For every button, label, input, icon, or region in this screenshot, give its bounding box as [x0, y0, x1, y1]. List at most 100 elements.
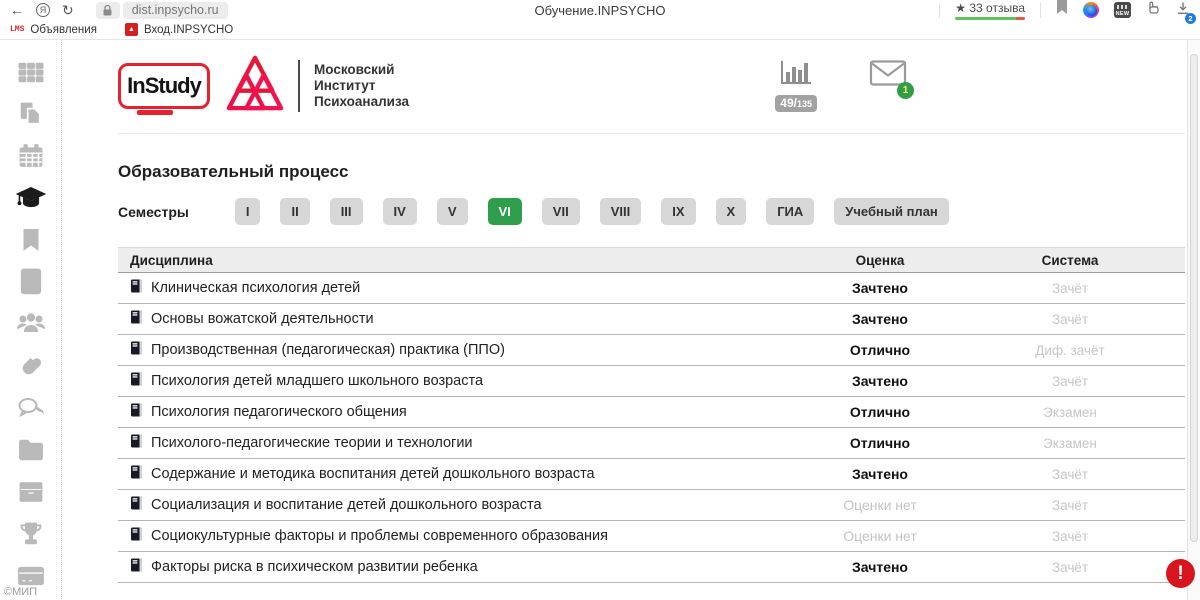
- semester-button[interactable]: II: [280, 198, 309, 225]
- toolbar-right-icons: ★ 33 отзыва NEW 2: [931, 0, 1190, 20]
- table-row[interactable]: Психолого-педагогические теории и технол…: [118, 428, 1185, 459]
- mail-button[interactable]: 1: [869, 59, 907, 92]
- system-value: Диф. зачёт: [955, 343, 1185, 358]
- bookmark-flag-icon[interactable]: [1056, 0, 1068, 20]
- url-field[interactable]: dist.inpsycho.ru: [123, 2, 228, 19]
- bookmark-login-inpsycho[interactable]: ▲ Вход.INPSYCHO: [125, 23, 233, 36]
- book-icon: [130, 310, 143, 328]
- semester-button[interactable]: III: [330, 198, 363, 225]
- downloads-count-badge: 2: [1185, 13, 1196, 24]
- gesture-hand-icon[interactable]: [1146, 0, 1161, 20]
- scrollbar-thumb[interactable]: [1190, 54, 1198, 542]
- sidebar-item-groups[interactable]: [0, 306, 61, 348]
- system-value: Зачёт: [955, 529, 1185, 544]
- grade-value: Оценки нет: [805, 497, 955, 513]
- sidebar-item-attachments[interactable]: [0, 347, 61, 389]
- table-row[interactable]: Содержание и методика воспитания детей д…: [118, 459, 1185, 490]
- semester-button[interactable]: IV: [383, 198, 417, 225]
- bookmark-icon: [19, 227, 43, 258]
- discipline-cell[interactable]: Факторы риска в психическом развитии реб…: [118, 558, 805, 576]
- extension-new-icon[interactable]: NEW: [1114, 2, 1131, 18]
- book-icon: [130, 527, 143, 545]
- extension-sphere-icon[interactable]: [1083, 2, 1099, 18]
- discipline-name: Производственная (педагогическая) практи…: [151, 342, 505, 358]
- sidebar-item-bookmarks[interactable]: [0, 222, 61, 264]
- discipline-cell[interactable]: Социализация и воспитание детей дошкольн…: [118, 496, 805, 514]
- discipline-name: Психолого-педагогические теории и технол…: [151, 435, 473, 451]
- table-row[interactable]: Клиническая психология детей Зачтено Зач…: [118, 273, 1185, 304]
- sidebar-item-documents[interactable]: [0, 96, 61, 138]
- calendar-icon: [18, 143, 44, 174]
- bar-chart-icon: [778, 59, 814, 92]
- discipline-cell[interactable]: Психология детей младшего школьного возр…: [118, 372, 805, 390]
- discipline-cell[interactable]: Социокультурные факторы и проблемы совре…: [118, 527, 805, 545]
- instudy-logo[interactable]: InStudy: [118, 63, 210, 109]
- semester-button[interactable]: VI: [488, 198, 522, 225]
- semester-button[interactable]: IX: [661, 198, 695, 225]
- instudy-logo-text: InStudy: [127, 73, 201, 99]
- left-sidebar: ©МИП: [0, 40, 62, 599]
- column-header-grade: Оценка: [805, 253, 955, 268]
- system-value: Зачёт: [955, 312, 1185, 327]
- semester-button[interactable]: I: [235, 198, 261, 225]
- bookmark-label: Вход.INPSYCHO: [144, 24, 233, 36]
- discipline-cell[interactable]: Содержание и методика воспитания детей д…: [118, 465, 805, 483]
- skyline-art: [1117, 5, 1128, 9]
- downloads-icon[interactable]: 2: [1176, 1, 1190, 20]
- semester-buttons: IIIIIIIVVVIVIIVIIIIXXГИАУчебный план: [235, 198, 949, 225]
- sidebar-item-messages[interactable]: [0, 389, 61, 431]
- mip-triangles-logo: [226, 54, 284, 117]
- video-file-icon: [18, 268, 44, 301]
- sidebar-item-calendar[interactable]: [0, 138, 61, 180]
- lms-icon: LMS: [10, 25, 24, 34]
- sidebar-item-archive[interactable]: [0, 473, 61, 515]
- content-area: ©МИП InStudy Московский Институт Психоан…: [0, 40, 1200, 599]
- page-scrollbar[interactable]: [1187, 40, 1200, 600]
- site-reviews-badge[interactable]: ★ 33 отзыва: [955, 1, 1025, 20]
- header-divider: [298, 60, 300, 112]
- toolbar-separator: [1040, 3, 1041, 18]
- discipline-cell[interactable]: Психолого-педагогические теории и технол…: [118, 434, 805, 452]
- semester-button[interactable]: X: [716, 198, 747, 225]
- table-row[interactable]: Психология детей младшего школьного возр…: [118, 366, 1185, 397]
- grade-value: Зачтено: [805, 311, 955, 327]
- discipline-cell[interactable]: Психология педагогического общения: [118, 403, 805, 421]
- semester-button[interactable]: V: [437, 198, 468, 225]
- semester-button[interactable]: Учебный план: [834, 198, 948, 225]
- table-header-row: Дисциплина Оценка Система: [118, 247, 1185, 273]
- yandex-browser-icon[interactable]: Я: [36, 3, 50, 17]
- system-value: Зачёт: [955, 560, 1185, 575]
- table-row[interactable]: Производственная (педагогическая) практи…: [118, 335, 1185, 366]
- discipline-cell[interactable]: Производственная (педагогическая) практи…: [118, 341, 805, 359]
- archive-icon: [18, 481, 44, 508]
- alert-exclamation-icon[interactable]: !: [1166, 559, 1195, 588]
- semester-button[interactable]: ГИА: [766, 198, 814, 225]
- semester-button[interactable]: VIII: [600, 198, 642, 225]
- table-row[interactable]: Социализация и воспитание детей дошкольн…: [118, 490, 1185, 521]
- sidebar-item-education[interactable]: [0, 180, 61, 222]
- semester-button[interactable]: VII: [542, 198, 580, 225]
- discipline-cell[interactable]: Клиническая психология детей: [118, 279, 805, 297]
- back-icon[interactable]: ←: [10, 3, 24, 17]
- system-value: Экзамен: [955, 405, 1185, 420]
- table-row[interactable]: Психология педагогического общения Отлич…: [118, 397, 1185, 428]
- grade-value: Зачтено: [805, 559, 955, 575]
- sidebar-item-achievements[interactable]: [0, 515, 61, 557]
- bookmark-announcements[interactable]: LMS Объявления: [10, 24, 97, 36]
- progress-stats-button[interactable]: 49/135: [775, 59, 817, 112]
- table-row[interactable]: Социокультурные факторы и проблемы совре…: [118, 521, 1185, 552]
- table-row[interactable]: Факторы риска в психическом развитии реб…: [118, 552, 1185, 583]
- lock-icon[interactable]: [96, 2, 120, 19]
- main-panel: InStudy Московский Институт Психоанализа: [62, 40, 1200, 599]
- refresh-icon[interactable]: ↻: [62, 3, 74, 17]
- discipline-name: Основы вожатской деятельности: [151, 311, 374, 327]
- grade-value: Зачтено: [805, 373, 955, 389]
- table-row[interactable]: Основы вожатской деятельности Зачтено За…: [118, 304, 1185, 335]
- sidebar-item-files[interactable]: [0, 431, 61, 473]
- sidebar-item-apps[interactable]: [0, 54, 61, 96]
- discipline-cell[interactable]: Основы вожатской деятельности: [118, 310, 805, 328]
- institute-line: Институт: [314, 78, 409, 94]
- sidebar-item-videos[interactable]: [0, 264, 61, 306]
- grade-value: Оценки нет: [805, 528, 955, 544]
- discipline-name: Клиническая психология детей: [151, 280, 360, 296]
